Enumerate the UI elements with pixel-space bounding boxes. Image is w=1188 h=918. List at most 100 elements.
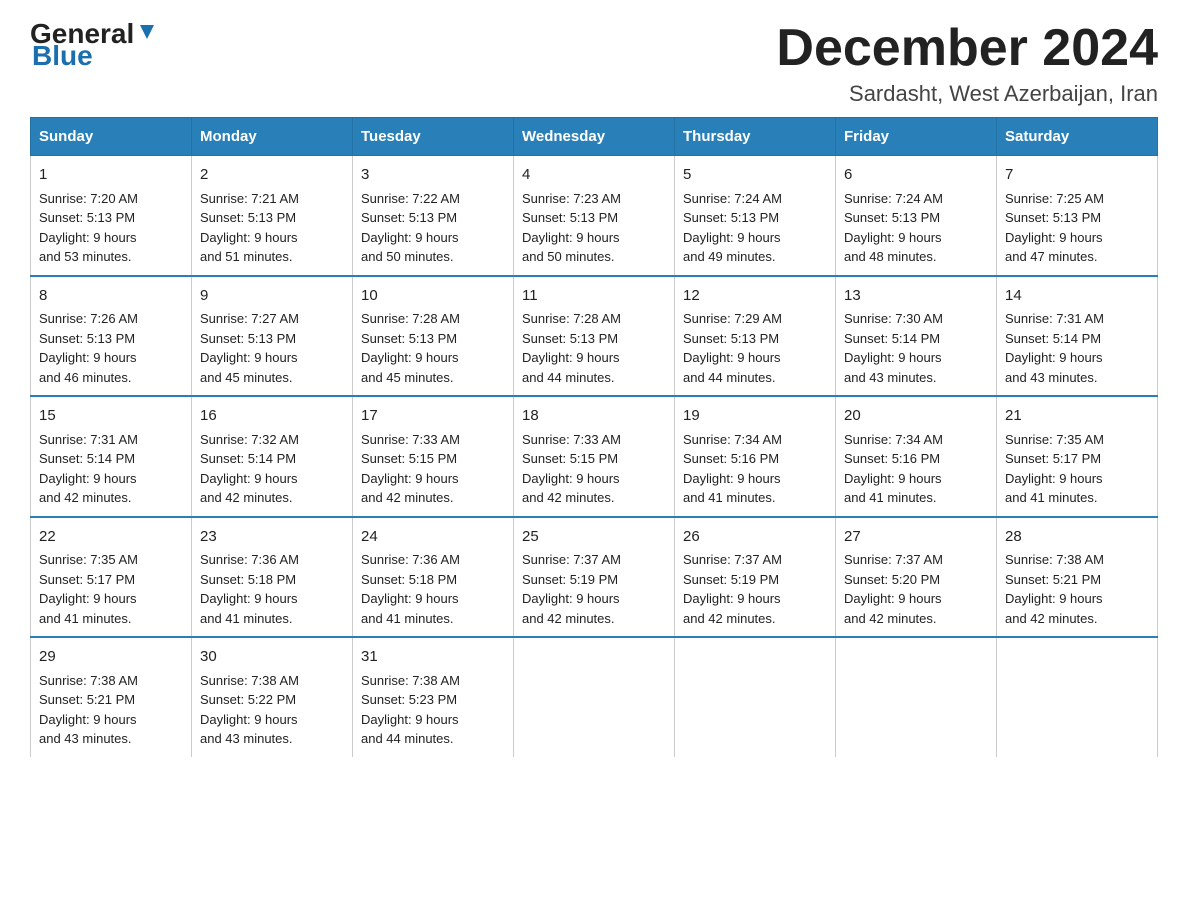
day-number: 10 [361, 285, 505, 308]
table-row: 22 Sunrise: 7:35 AM Sunset: 5:17 PM Dayl… [31, 518, 1158, 638]
day-sunset: Sunset: 5:13 PM [200, 331, 296, 346]
day-cell: 14 Sunrise: 7:31 AM Sunset: 5:14 PM Dayl… [997, 277, 1158, 397]
day-number: 27 [844, 526, 988, 549]
day-sunrise: Sunrise: 7:37 AM [844, 552, 943, 567]
day-daylight: Daylight: 9 hours [844, 471, 942, 486]
table-row: 29 Sunrise: 7:38 AM Sunset: 5:21 PM Dayl… [31, 638, 1158, 757]
day-sunrise: Sunrise: 7:32 AM [200, 432, 299, 447]
day-cell: 18 Sunrise: 7:33 AM Sunset: 5:15 PM Dayl… [514, 397, 675, 517]
day-daylight-min: and 43 minutes. [200, 731, 293, 746]
day-daylight-min: and 50 minutes. [522, 249, 615, 264]
day-number: 14 [1005, 285, 1149, 308]
day-number: 6 [844, 164, 988, 187]
day-number: 17 [361, 405, 505, 428]
day-sunrise: Sunrise: 7:28 AM [522, 311, 621, 326]
day-daylight-min: and 41 minutes. [39, 611, 132, 626]
day-daylight: Daylight: 9 hours [200, 591, 298, 606]
day-sunset: Sunset: 5:21 PM [39, 692, 135, 707]
day-daylight-min: and 50 minutes. [361, 249, 454, 264]
day-daylight: Daylight: 9 hours [361, 471, 459, 486]
day-daylight: Daylight: 9 hours [361, 591, 459, 606]
day-sunset: Sunset: 5:15 PM [522, 451, 618, 466]
day-daylight: Daylight: 9 hours [361, 230, 459, 245]
day-number: 2 [200, 164, 344, 187]
day-daylight-min: and 42 minutes. [683, 611, 776, 626]
day-daylight-min: and 43 minutes. [844, 370, 937, 385]
day-daylight: Daylight: 9 hours [844, 230, 942, 245]
day-daylight-min: and 46 minutes. [39, 370, 132, 385]
day-cell: 23 Sunrise: 7:36 AM Sunset: 5:18 PM Dayl… [192, 518, 353, 638]
day-sunrise: Sunrise: 7:38 AM [1005, 552, 1104, 567]
table-row: 1 Sunrise: 7:20 AM Sunset: 5:13 PM Dayli… [31, 156, 1158, 276]
day-daylight: Daylight: 9 hours [522, 591, 620, 606]
day-sunset: Sunset: 5:19 PM [522, 572, 618, 587]
day-number: 8 [39, 285, 183, 308]
day-daylight-min: and 42 minutes. [200, 490, 293, 505]
day-sunrise: Sunrise: 7:35 AM [1005, 432, 1104, 447]
day-daylight-min: and 45 minutes. [200, 370, 293, 385]
day-sunset: Sunset: 5:13 PM [522, 210, 618, 225]
day-daylight: Daylight: 9 hours [200, 712, 298, 727]
day-number: 9 [200, 285, 344, 308]
day-daylight: Daylight: 9 hours [361, 712, 459, 727]
day-daylight-min: and 42 minutes. [844, 611, 937, 626]
col-tuesday: Tuesday [353, 118, 514, 156]
calendar-table: Sunday Monday Tuesday Wednesday Thursday… [30, 117, 1158, 757]
day-daylight: Daylight: 9 hours [1005, 471, 1103, 486]
day-number: 30 [200, 646, 344, 669]
day-sunset: Sunset: 5:13 PM [361, 331, 457, 346]
day-number: 11 [522, 285, 666, 308]
day-sunrise: Sunrise: 7:21 AM [200, 191, 299, 206]
day-cell [514, 638, 675, 757]
day-daylight-min: and 44 minutes. [522, 370, 615, 385]
day-number: 29 [39, 646, 183, 669]
day-cell: 26 Sunrise: 7:37 AM Sunset: 5:19 PM Dayl… [675, 518, 836, 638]
col-saturday: Saturday [997, 118, 1158, 156]
day-sunrise: Sunrise: 7:38 AM [361, 673, 460, 688]
day-daylight-min: and 53 minutes. [39, 249, 132, 264]
day-cell: 24 Sunrise: 7:36 AM Sunset: 5:18 PM Dayl… [353, 518, 514, 638]
day-daylight-min: and 42 minutes. [522, 611, 615, 626]
day-daylight-min: and 41 minutes. [683, 490, 776, 505]
day-cell: 31 Sunrise: 7:38 AM Sunset: 5:23 PM Dayl… [353, 638, 514, 757]
day-daylight-min: and 44 minutes. [683, 370, 776, 385]
col-sunday: Sunday [31, 118, 192, 156]
day-daylight: Daylight: 9 hours [200, 471, 298, 486]
day-cell: 17 Sunrise: 7:33 AM Sunset: 5:15 PM Dayl… [353, 397, 514, 517]
day-sunset: Sunset: 5:14 PM [1005, 331, 1101, 346]
day-daylight: Daylight: 9 hours [683, 230, 781, 245]
day-daylight-min: and 41 minutes. [1005, 490, 1098, 505]
day-daylight: Daylight: 9 hours [39, 712, 137, 727]
day-cell: 11 Sunrise: 7:28 AM Sunset: 5:13 PM Dayl… [514, 277, 675, 397]
day-sunset: Sunset: 5:13 PM [683, 331, 779, 346]
day-number: 7 [1005, 164, 1149, 187]
title-block: December 2024 Sardasht, West Azerbaijan,… [776, 20, 1158, 107]
day-daylight: Daylight: 9 hours [39, 591, 137, 606]
day-daylight-min: and 43 minutes. [1005, 370, 1098, 385]
day-daylight: Daylight: 9 hours [522, 350, 620, 365]
day-cell: 27 Sunrise: 7:37 AM Sunset: 5:20 PM Dayl… [836, 518, 997, 638]
day-cell [675, 638, 836, 757]
day-cell: 21 Sunrise: 7:35 AM Sunset: 5:17 PM Dayl… [997, 397, 1158, 517]
day-sunset: Sunset: 5:14 PM [844, 331, 940, 346]
day-sunset: Sunset: 5:13 PM [200, 210, 296, 225]
day-daylight: Daylight: 9 hours [522, 471, 620, 486]
day-sunrise: Sunrise: 7:28 AM [361, 311, 460, 326]
day-sunset: Sunset: 5:15 PM [361, 451, 457, 466]
day-cell: 3 Sunrise: 7:22 AM Sunset: 5:13 PM Dayli… [353, 156, 514, 276]
day-cell: 8 Sunrise: 7:26 AM Sunset: 5:13 PM Dayli… [31, 277, 192, 397]
day-sunset: Sunset: 5:13 PM [39, 331, 135, 346]
day-daylight: Daylight: 9 hours [683, 591, 781, 606]
day-sunrise: Sunrise: 7:37 AM [522, 552, 621, 567]
day-cell: 10 Sunrise: 7:28 AM Sunset: 5:13 PM Dayl… [353, 277, 514, 397]
day-sunrise: Sunrise: 7:37 AM [683, 552, 782, 567]
day-sunset: Sunset: 5:13 PM [522, 331, 618, 346]
day-cell: 9 Sunrise: 7:27 AM Sunset: 5:13 PM Dayli… [192, 277, 353, 397]
day-sunset: Sunset: 5:18 PM [200, 572, 296, 587]
day-sunrise: Sunrise: 7:36 AM [361, 552, 460, 567]
day-number: 23 [200, 526, 344, 549]
day-sunrise: Sunrise: 7:31 AM [39, 432, 138, 447]
day-number: 21 [1005, 405, 1149, 428]
day-sunset: Sunset: 5:13 PM [39, 210, 135, 225]
table-row: 15 Sunrise: 7:31 AM Sunset: 5:14 PM Dayl… [31, 397, 1158, 517]
